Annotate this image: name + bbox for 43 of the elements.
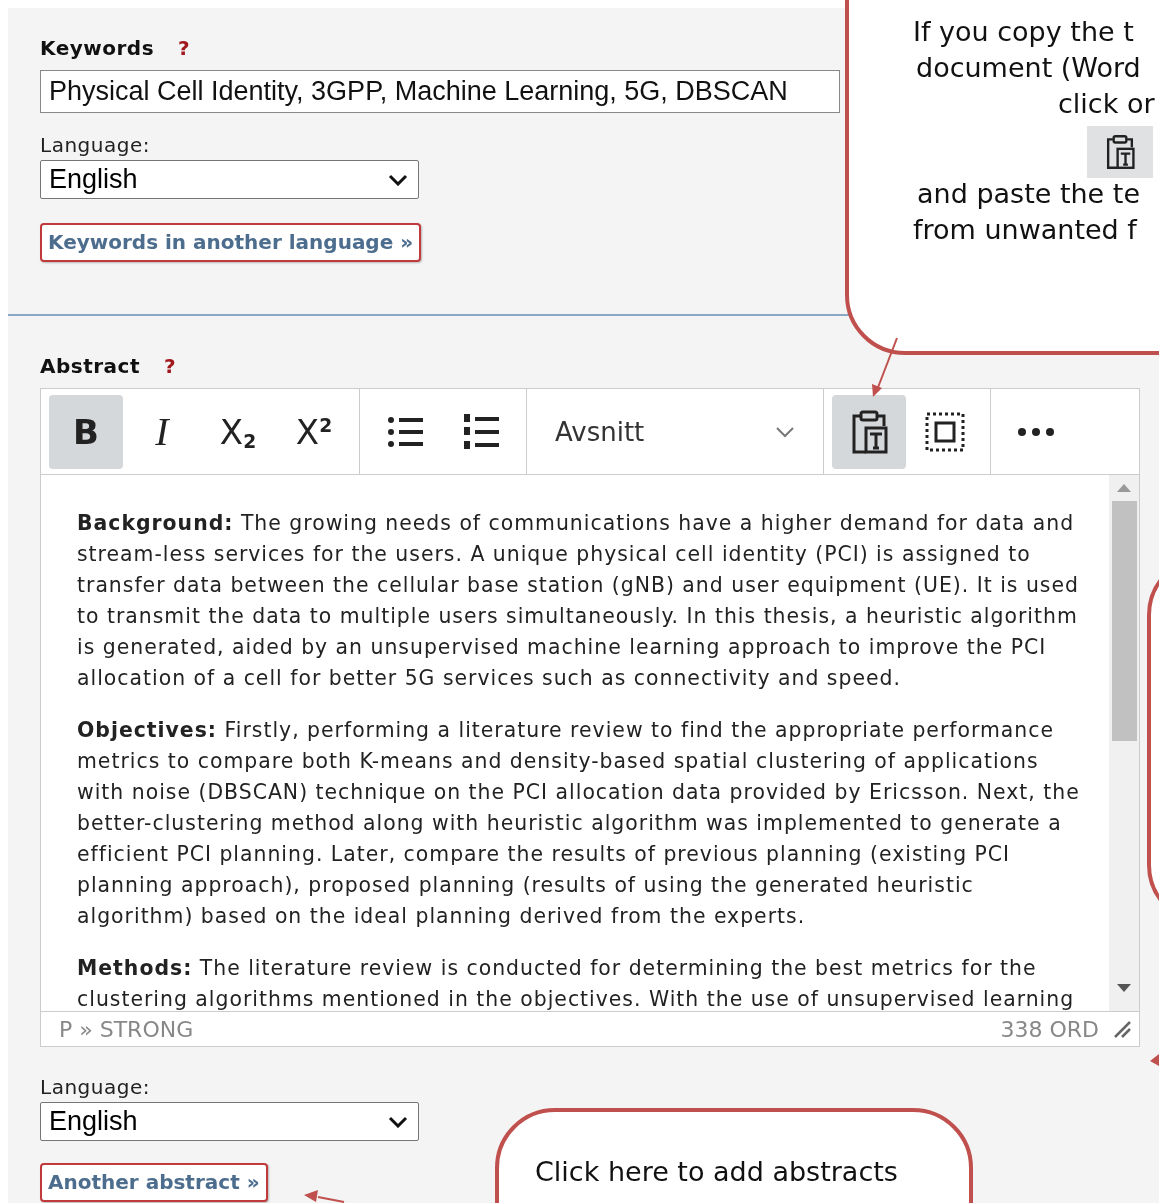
callout-text: If you copy the t [913,16,1134,47]
more-icon [1018,427,1054,436]
superscript-button[interactable]: X$^{2}$ [277,394,351,469]
section-label: Abstract [40,354,141,378]
callout-text: Click here to add abstracts [535,1156,898,1187]
language-select[interactable]: English [40,1102,419,1141]
format-dropdown[interactable]: Avsnitt [535,394,815,469]
callout-text: and paste the te [917,178,1140,209]
callout-text: document (Word [916,52,1141,83]
help-link[interactable]: ? [178,36,190,60]
callout-text: click or [1058,88,1155,119]
help-link[interactable]: ? [164,354,176,378]
element-path: P » STRONG [59,1016,194,1042]
pointer-arrow [304,1190,344,1203]
subscript-button[interactable]: X$_{2}$ [201,394,275,469]
field-label: Language: [40,133,150,157]
clipboard-text-icon [1105,134,1135,170]
chevron-down-icon [388,173,408,186]
bullet-list-icon [387,414,423,449]
clipboard-text-icon [850,409,888,454]
numbered-list-icon [463,413,499,450]
abstract-paragraph: Background: The growing needs of communications have a higher demand for data and stream-less services for the users. A unique physical cell identity (PCI) is assigned to transfer data between the cellular base station (gNB) and user equipment (UE). It is used to transmit the data to multiple users simultaneously. In this thesis, a heuristic algorithm is generated, aided by an unsupervised machine learning approach to improve the PCI allocation of a cell for better 5G services such as connectivity and speed. [77,510,1080,692]
resize-handle-icon[interactable] [1113,1020,1131,1038]
pointer-arrow [1150,1052,1159,1066]
scrollbar-thumb[interactable] [1111,501,1137,741]
field-label: Language: [40,1075,150,1099]
italic-button[interactable]: I [125,394,199,469]
scroll-down-icon[interactable] [1117,983,1131,993]
bold-button[interactable]: B [49,394,123,469]
add-button[interactable]: Keywords in another language » [40,223,422,262]
scrollbar[interactable] [1109,475,1139,1011]
chevron-down-icon [775,425,795,438]
word-count: 338 ORD [1000,1016,1099,1042]
add-button[interactable]: Another abstract » [40,1163,268,1202]
section-label: Keywords [40,36,155,60]
abstract-paragraph: Objectives: Firstly, performing a literature review to find the appropriate performance metrics to compare both K-means and density-based spatial clustering of applications with noise (DBSCAN) technique on the PCI allocation data provided by Ericsson. Next, the better-clustering method along with heuristic algorithm was implemented to generate a efficient PCI planning. Later, compare the results of previous planning (existing PCI planning approach), proposed planning (results of using the generated heuristic algorithm) based on the ideal planning derived from the experts. [77,717,1081,930]
abstract-paragraph: Methods: The literature review is conducted for determining the best metrics for the clustering algorithms mentioned in the objectives. With the use of unsupervised learning [77,955,1076,1011]
select-all-icon [925,411,965,452]
paste-text-button[interactable] [832,394,906,469]
chevron-down-icon [388,1115,408,1128]
language-select[interactable]: English [40,160,419,199]
keywords-field[interactable]: Physical Cell Identity, 3GPP, Machine Learning, 5G, DBSCAN [40,70,840,113]
callout-text: from unwanted f [913,214,1137,245]
